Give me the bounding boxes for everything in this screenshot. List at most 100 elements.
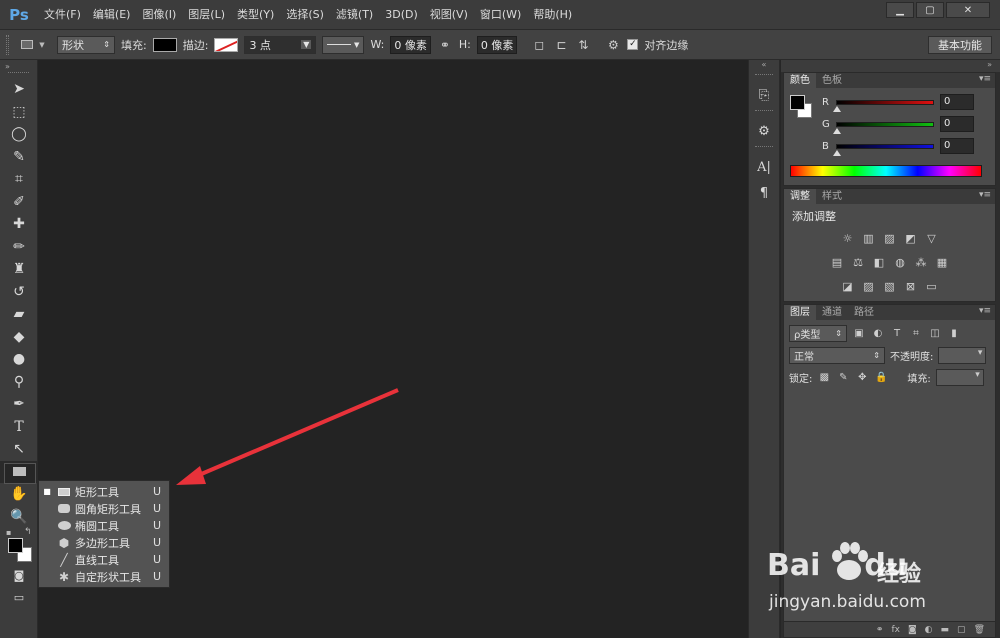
color-panel-tabs: 颜色 色板 ▾≡	[784, 73, 995, 88]
selective-color-icon[interactable]: ⊠	[903, 280, 918, 293]
green-slider-row: G 0	[822, 115, 992, 134]
tab-swatches[interactable]: 色板	[816, 73, 848, 88]
rounded-rectangle-icon	[55, 504, 73, 513]
properties-panel-icon[interactable]: ⚙	[749, 118, 779, 144]
flyout-item-custom-shape[interactable]: ✱ 自定形状工具 U	[39, 568, 169, 585]
red-value-input[interactable]: 0	[940, 94, 974, 110]
flyout-item-polygon[interactable]: ⬢ 多边形工具 U	[39, 534, 169, 551]
layers-footer: ⚭ fx ◙ ◐ ▬ ▢ 🗑	[784, 621, 995, 637]
type-filter-icon[interactable]: T	[890, 328, 904, 339]
line-icon: ╱	[60, 552, 68, 567]
posterize-icon[interactable]: ▨	[861, 280, 876, 293]
opacity-input[interactable]: ▾	[938, 346, 987, 364]
tab-color[interactable]: 颜色	[784, 73, 816, 88]
green-slider[interactable]	[833, 121, 934, 134]
layer-filter-select[interactable]: ρ类型 ⇕	[789, 324, 847, 342]
lock-position-icon[interactable]: ✥	[855, 372, 869, 383]
dock-grip[interactable]	[755, 74, 773, 80]
photo-filter-icon[interactable]: ◍	[893, 256, 908, 269]
ellipse-icon	[55, 521, 73, 530]
flyout-shortcut: U	[153, 553, 162, 566]
layer-style-icon[interactable]: fx	[891, 625, 900, 635]
channel-mixer-icon[interactable]: ⁂	[914, 256, 929, 269]
tab-styles[interactable]: 样式	[816, 189, 848, 204]
panel-menu-icon[interactable]: ▾≡	[979, 190, 991, 200]
blue-slider[interactable]	[833, 143, 934, 156]
color-balance-icon[interactable]: ⚖	[851, 256, 866, 269]
adjustment-filter-icon[interactable]: ◐	[871, 328, 885, 339]
adjustment-row-1: ☼ ▥ ▨ ◩ ▽	[784, 226, 995, 250]
new-group-icon[interactable]: ▬	[941, 625, 950, 635]
filter-toggle-icon[interactable]: ▮	[947, 328, 961, 339]
tab-layers[interactable]: 图层	[784, 305, 816, 320]
adjustments-panel-tabs: 调整 样式 ▾≡	[784, 189, 995, 204]
image-filter-icon[interactable]: ▣	[852, 328, 866, 339]
flyout-item-ellipse[interactable]: 椭圆工具 U	[39, 517, 169, 534]
blend-row: 正常 ⇕ 不透明度: ▾	[784, 344, 995, 366]
vibrance-icon[interactable]: ▽	[924, 232, 939, 245]
levels-icon[interactable]: ▥	[861, 232, 876, 245]
new-layer-icon[interactable]: ▢	[957, 625, 966, 635]
slider-thumb[interactable]	[833, 127, 841, 134]
layer-mask-icon[interactable]: ◙	[908, 625, 917, 635]
black-white-icon[interactable]: ◧	[872, 256, 887, 269]
link-layers-icon[interactable]: ⚭	[876, 625, 884, 635]
blend-mode-select[interactable]: 正常 ⇕	[789, 346, 885, 364]
color-lookup-icon[interactable]: ▦	[935, 256, 950, 269]
dock-grip[interactable]	[755, 110, 773, 116]
flyout-label: 多边形工具	[75, 536, 130, 550]
baidu-paw-icon	[832, 542, 868, 580]
panel-menu-icon[interactable]: ▾≡	[979, 74, 991, 84]
hue-saturation-icon[interactable]: ▤	[830, 256, 845, 269]
red-slider[interactable]	[833, 99, 934, 112]
panel-menu-icon[interactable]: ▾≡	[979, 306, 991, 316]
fill-input[interactable]: ▾	[935, 368, 984, 386]
layer-filter-value: ρ类型	[794, 329, 821, 341]
layer-filter-row: ρ类型 ⇕ ▣ ◐ T ⌗ ◫ ▮	[784, 322, 995, 344]
adjustments-panel: 调整 样式 ▾≡ 添加调整 ☼ ▥ ▨ ◩ ▽ ▤ ⚖ ◧ ◍ ⁂ ▦ ◪ ▨ …	[783, 188, 996, 302]
gradient-map-icon[interactable]: ▭	[924, 280, 939, 293]
invert-icon[interactable]: ◪	[840, 280, 855, 293]
flyout-item-rectangle[interactable]: ■ 矩形工具 U	[39, 483, 169, 500]
flyout-shortcut: U	[153, 536, 162, 549]
dock-grip[interactable]	[755, 146, 773, 152]
updown-icon: ⇕	[835, 328, 842, 338]
collapse-panels-icon[interactable]: »	[781, 60, 1000, 72]
flyout-item-line[interactable]: ╱ 直线工具 U	[39, 551, 169, 568]
color-panel: 颜色 色板 ▾≡ R 0 G 0 B 0	[783, 72, 996, 186]
threshold-icon[interactable]: ▧	[882, 280, 897, 293]
lock-all-icon[interactable]: 🔒	[874, 372, 888, 383]
green-value-input[interactable]: 0	[940, 116, 974, 132]
paragraph-panel-icon[interactable]: ¶	[749, 180, 779, 206]
selected-bullet-icon: ■	[43, 487, 51, 496]
smart-object-filter-icon[interactable]: ◫	[928, 328, 942, 339]
trash-icon[interactable]: 🗑	[974, 625, 985, 635]
rectangle-icon	[55, 487, 73, 496]
layers-panel-tabs: 图层 通道 路径 ▾≡	[784, 305, 995, 320]
tab-paths[interactable]: 路径	[848, 305, 880, 320]
flyout-item-rounded-rectangle[interactable]: 圆角矩形工具 U	[39, 500, 169, 517]
exposure-icon[interactable]: ◩	[903, 232, 918, 245]
curves-icon[interactable]: ▨	[882, 232, 897, 245]
new-adjustment-icon[interactable]: ◐	[925, 625, 933, 635]
blue-value-input[interactable]: 0	[940, 138, 974, 154]
flyout-label: 椭圆工具	[75, 519, 119, 533]
lock-transparency-icon[interactable]: ▩	[817, 372, 831, 383]
tab-channels[interactable]: 通道	[816, 305, 848, 320]
lock-pixels-icon[interactable]: ✎	[836, 372, 850, 383]
collapse-dock-icon[interactable]: «	[749, 60, 779, 72]
flyout-label: 圆角矩形工具	[75, 502, 141, 516]
color-spectrum-ramp[interactable]	[790, 165, 982, 177]
foreground-color-swatch[interactable]	[8, 538, 23, 553]
character-panel-icon[interactable]: A|	[749, 154, 779, 180]
shape-filter-icon[interactable]: ⌗	[909, 328, 923, 339]
flyout-label: 直线工具	[75, 553, 119, 567]
foreground-color-swatch[interactable]	[790, 95, 805, 110]
tab-adjustments[interactable]: 调整	[784, 189, 816, 204]
slider-thumb[interactable]	[833, 149, 841, 156]
blend-mode-value: 正常	[794, 351, 814, 363]
slider-thumb[interactable]	[833, 105, 841, 112]
history-panel-icon[interactable]: ⎘	[749, 82, 779, 108]
lock-label: 锁定:	[789, 373, 813, 385]
brightness-icon[interactable]: ☼	[840, 232, 855, 245]
